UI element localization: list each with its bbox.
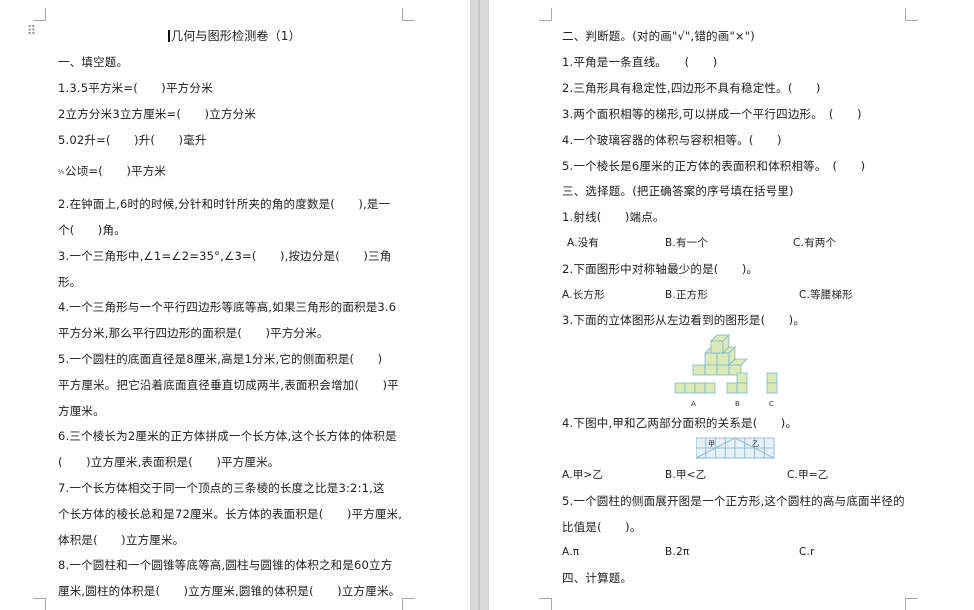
crop-mark	[539, 8, 552, 21]
crop-mark	[402, 598, 415, 610]
option-c: C.有两个	[793, 237, 837, 249]
question-text: 2.在钟面上,6时的时候,分针和时针所夹的角的度数是( ),是一	[58, 197, 391, 211]
page-gap	[470, 0, 489, 610]
question-text: 2.下面图形中对称轴最少的是( )。	[562, 262, 759, 276]
option-c: C.甲=乙	[787, 469, 829, 481]
section-heading: 一、填空题。	[58, 55, 129, 69]
view-option-c	[766, 372, 778, 394]
option-b: B.2π	[665, 546, 690, 558]
view-option-a	[674, 382, 716, 394]
option-a: A.π	[562, 546, 580, 558]
section-heading: 二、判断题。(对的画"√",错的画"×")	[562, 29, 755, 43]
view-label-b: B	[735, 400, 740, 408]
question-text: 4.一个玻璃容器的体积与容积相等。( )	[562, 133, 782, 147]
question-text: 4.一个三角形与一个平行四边形等底等高,如果三角形的面积是3.6	[58, 300, 397, 314]
question-text: 5.一个圆柱的底面直径是8厘米,高是1分米,它的侧面积是( )	[58, 352, 383, 366]
cube-views-figure: A B C	[674, 334, 778, 408]
question-text: 1.平角是一条直线。 ( )	[562, 55, 718, 69]
drag-handle-icon[interactable]: ⠿	[25, 25, 37, 45]
question-text: ( )立方厘米,表面积是( )平方厘米。	[58, 455, 280, 469]
question-text: 厘米,圆柱的体积是( )立方厘米,圆锥的体积是( )立方厘米。	[58, 584, 401, 598]
question-text: 1.3.5平方米=( )平方分米	[58, 81, 213, 95]
region-label-yi: 乙	[752, 440, 759, 448]
question-text: 2立方分米3立方厘米=( )立方分米	[58, 107, 257, 121]
question-text: 5.02升=( )升( )毫升	[58, 133, 207, 147]
question-text: 形。	[58, 275, 82, 289]
question-text: 4.下图中,甲和乙两部分面积的关系是( )。	[562, 416, 798, 430]
option-a: A.没有	[567, 237, 600, 249]
crop-mark	[905, 598, 918, 610]
cube-stack-drawing	[692, 334, 748, 376]
question-text: 2.三角形具有稳定性,四边形不具有稳定性。( )	[562, 81, 821, 95]
view-option-b	[726, 372, 748, 394]
crop-mark	[33, 8, 46, 21]
question-text: 7.一个长方体相交于同一个顶点的三条棱的长度之比是3:2:1,这	[58, 481, 385, 495]
question-text: 3.一个三角形中,∠1=∠2=35°,∠3=( ),按边分是( )三角	[58, 249, 392, 263]
question-text: 个( )角。	[58, 223, 126, 237]
question-text: 5.一个圆柱的侧面展开图是一个正方形,这个圆柱的高与底面半径的	[562, 494, 905, 508]
option-c: C.等腰梯形	[799, 289, 853, 301]
question-text: 6.三个棱长为2厘米的正方体拼成一个长方体,这个长方体的体积是	[58, 429, 397, 443]
page-title-text: 几何与图形检测卷（1）	[171, 29, 301, 43]
view-label-c: C	[769, 400, 774, 408]
question-text: 3.下面的立体图形从左边看到的图形是( )。	[562, 313, 806, 327]
question-text: 3.两个面积相等的梯形,可以拼成一个平行四边形。 ( )	[562, 107, 862, 121]
text-cursor	[168, 30, 170, 42]
question-text: 方厘米。	[58, 404, 105, 418]
fraction-glyph: ⅔	[58, 169, 65, 176]
page-title: 几何与图形检测卷（1）	[168, 29, 301, 43]
section-heading: 四、计算题。	[562, 571, 633, 585]
option-a: A.长方形	[562, 289, 605, 301]
question-text: 平方厘米。把它沿着底面直径垂直切成两半,表面积会增加( )平	[58, 378, 399, 392]
option-b: B.甲<乙	[665, 469, 707, 481]
question-text: 1.射线( )端点。	[562, 210, 665, 224]
section-heading: 三、选择题。(把正确答案的序号填在括号里)	[562, 184, 794, 198]
question-text: ⅔公顷=( )平方米	[58, 164, 166, 178]
question-text: 比值是( )。	[562, 520, 642, 534]
question-text: 平方分米,那么平行四边形的面积是( )平方分米。	[58, 326, 329, 340]
document-page-right[interactable]: 二、判断题。(对的画"√",错的画"×") 1.平角是一条直线。 ( ) 2.三…	[489, 0, 974, 610]
question-text: 5.一个棱长是6厘米的正方体的表面积和体积相等。 ( )	[562, 159, 866, 173]
crop-mark	[33, 598, 46, 610]
question-text-fragment: 公顷=( )平方米	[65, 164, 167, 178]
region-label-jia: 甲	[708, 440, 715, 448]
crop-mark	[905, 8, 918, 21]
option-c: C.r	[799, 546, 815, 558]
document-page-left[interactable]: ⠿ 几何与图形检测卷（1） 一、填空题。 1.3.5平方米=( )平方分米 2立…	[0, 0, 470, 610]
question-text: 8.一个圆柱和一个圆锥等底等高,圆柱与圆锥的体积之和是60立方	[58, 558, 393, 572]
view-label-a: A	[691, 400, 696, 408]
crop-mark	[539, 598, 552, 610]
question-text: 个长方体的棱长总和是72厘米。长方体的表面积是( )平方厘米,	[58, 507, 403, 521]
crop-mark	[402, 8, 415, 21]
option-a: A.甲>乙	[562, 469, 604, 481]
grid-area-figure: 甲 乙	[696, 437, 775, 459]
option-b: B.正方形	[665, 289, 709, 301]
option-b: B.有一个	[665, 237, 709, 249]
question-text: 体积是( )立方厘米。	[58, 533, 185, 547]
